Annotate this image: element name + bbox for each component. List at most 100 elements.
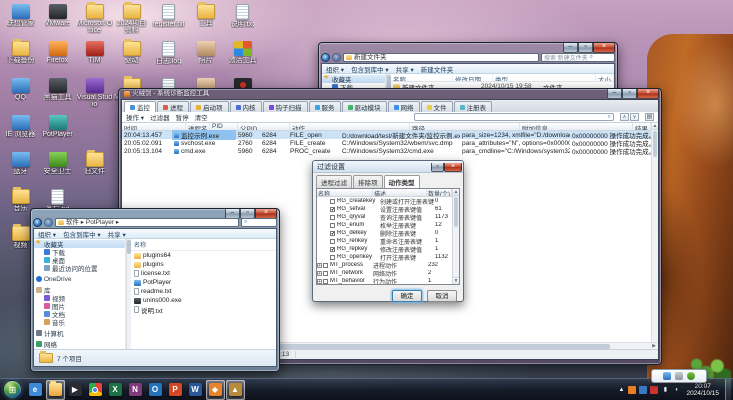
nav-item[interactable]: 计算机 [34, 329, 125, 337]
taskbar-app-button[interactable]: W [186, 380, 205, 400]
taskbar-app-button[interactable]: e [26, 380, 45, 400]
scrollbar-thumb[interactable] [454, 197, 458, 227]
desktop-icon[interactable]: 旧文件 [77, 150, 113, 187]
action-checkbox[interactable] [323, 278, 328, 284]
start-button[interactable]: ⊞ [3, 380, 22, 399]
desktop-icon[interactable]: 日志.log [151, 39, 187, 76]
nav-item[interactable]: OneDrive [34, 275, 125, 283]
desktop-icon[interactable]: 蓝牙 [3, 150, 39, 187]
taskbar-app-button[interactable]: O [146, 380, 165, 400]
column-header[interactable]: 父PID [238, 123, 290, 130]
column-header[interactable]: 时间 [122, 123, 186, 130]
taskbar-app-button[interactable] [45, 379, 65, 400]
taskbar-app-button[interactable]: ▲ [225, 379, 245, 400]
desktop-icon[interactable]: Firefox [40, 39, 76, 76]
nav-item[interactable]: 收藏夹 [322, 75, 385, 83]
nav-item[interactable]: 下载 [34, 248, 125, 256]
action-checkbox[interactable] [330, 222, 335, 228]
dialog-scrollbar[interactable]: ▲ ▼ [452, 189, 459, 284]
desktop-icon[interactable]: PotPlayer [40, 113, 76, 150]
desktop-icon[interactable]: 工具 [188, 2, 224, 39]
action-checkbox[interactable] [330, 206, 335, 212]
desktop-icon[interactable]: IE 浏览器 [3, 113, 39, 150]
column-header[interactable]: 名称 [317, 189, 373, 196]
breadcrumb[interactable]: 软件 ▸ PotPlayer ▸ [66, 219, 119, 226]
desktop-icon[interactable]: 安全卫士 [40, 150, 76, 187]
column-header[interactable]: 路径 [410, 123, 520, 130]
breadcrumb[interactable]: 新建文件夹 [354, 54, 387, 61]
monitor-titlebar[interactable]: 火绒剑 - 系统诊断监控工具 – ▫ × [121, 89, 659, 99]
desktop-icon[interactable]: Microsoft Office [77, 2, 113, 39]
nav-item[interactable]: 图片 [34, 302, 125, 310]
monitor-tab[interactable]: 监控 [124, 101, 156, 112]
action-checkbox[interactable] [330, 230, 335, 236]
dialog-tab[interactable]: 动作类型 [383, 175, 420, 188]
desktop-icon[interactable]: Visual Studio [77, 76, 113, 113]
tray-popup-icon[interactable] [663, 372, 671, 380]
column-header[interactable]: PID [210, 123, 238, 130]
column-header[interactable]: 大小 [596, 74, 614, 81]
close-button[interactable]: × [444, 162, 462, 172]
expand-toggle[interactable]: + [317, 270, 322, 276]
column-header[interactable]: 名称 [391, 74, 453, 81]
action-checkbox[interactable] [330, 246, 335, 252]
back-button[interactable]: ‹ [321, 53, 330, 62]
desktop-icon[interactable]: 驱动 [114, 39, 150, 76]
tray-popup-icon[interactable] [675, 372, 683, 380]
expand-toggle[interactable]: + [317, 262, 322, 268]
tray-expand-icon[interactable]: ▲ [617, 386, 625, 394]
taskbar-app-button[interactable]: ◆ [205, 379, 225, 400]
minimize-button[interactable]: – [563, 43, 578, 53]
search-next-button[interactable]: ∨ [630, 113, 639, 121]
ok-button[interactable]: 确定 [392, 290, 422, 302]
column-header[interactable]: 结果 [633, 123, 651, 130]
help-button[interactable]: ▫ [431, 162, 444, 172]
desktop-icon[interactable]: 照片 [188, 39, 224, 76]
minimize-button[interactable]: – [607, 89, 622, 99]
desktop-icon[interactable]: VMware [40, 2, 76, 39]
nav-item[interactable]: 库 [34, 286, 125, 294]
dialog-tab[interactable]: 排除项 [353, 175, 383, 188]
nav-item[interactable]: 文档 [34, 310, 125, 318]
close-button[interactable]: × [637, 89, 659, 99]
taskbar-app-button[interactable]: N [126, 380, 145, 400]
nav-item[interactable]: 桌面 [34, 256, 125, 264]
column-header[interactable]: 数量(个) [427, 189, 452, 196]
nav-item[interactable]: 收藏夹 [34, 240, 125, 248]
nav-item[interactable]: 视频 [34, 294, 125, 302]
file-item[interactable]: plugins64 [131, 251, 276, 260]
action-checkbox[interactable] [330, 198, 335, 204]
column-header[interactable]: 动作 [290, 123, 410, 130]
toolbar-button[interactable]: 共享 ▾ [396, 64, 414, 74]
monitor-tab[interactable]: 进程 [157, 101, 189, 112]
desktop-icon[interactable]: 下载备份 [3, 39, 39, 76]
toolbar-button[interactable]: 包含到库中 ▾ [351, 64, 389, 74]
tray-popup-icon[interactable] [687, 372, 695, 380]
dialog-titlebar[interactable]: 过滤设置 ▫ × [313, 161, 463, 173]
column-header[interactable]: 进程名 [186, 123, 210, 130]
explorer-bottom-titlebar[interactable]: – ▫ × [33, 209, 277, 219]
monitor-tab[interactable]: 注册表 [453, 101, 492, 112]
vertical-scrollbar[interactable]: ▲ [651, 123, 658, 342]
monitor-tab[interactable]: 启动项 [190, 101, 229, 112]
scroll-up-arrow[interactable]: ▲ [652, 123, 658, 130]
tray-app-icon[interactable] [639, 385, 648, 394]
monitor-search-input[interactable]: ⌕ [414, 113, 614, 121]
monitor-tab[interactable]: 网络 [387, 101, 420, 112]
desktop-icon[interactable]: 黑猫工具 [40, 76, 76, 113]
scroll-down-arrow[interactable]: ▼ [453, 277, 459, 284]
volume-icon[interactable]: ◖ [672, 386, 680, 394]
monitor-tab[interactable]: 驱动模块 [341, 101, 387, 112]
forward-button[interactable]: › [44, 218, 53, 227]
event-row[interactable]: 20:05:13.104 cmd.exe 5960 6284 PROC_crea… [122, 147, 651, 157]
view-options-button[interactable]: ▤ [645, 113, 654, 121]
cancel-button[interactable]: 取消 [427, 290, 457, 302]
column-header[interactable]: 修改日期 [453, 74, 493, 81]
file-item[interactable]: 说明.txt [131, 305, 276, 314]
file-item[interactable]: readme.txt [131, 287, 276, 296]
explorer-top-titlebar[interactable]: – ▫ × [321, 43, 615, 53]
address-bar[interactable]: 新建文件夹 [343, 53, 539, 62]
dialog-tab[interactable]: 进程过滤 [316, 175, 352, 188]
file-item[interactable]: PotPlayer [131, 278, 276, 287]
desktop-icon[interactable]: 2024项目资料 [114, 2, 150, 39]
